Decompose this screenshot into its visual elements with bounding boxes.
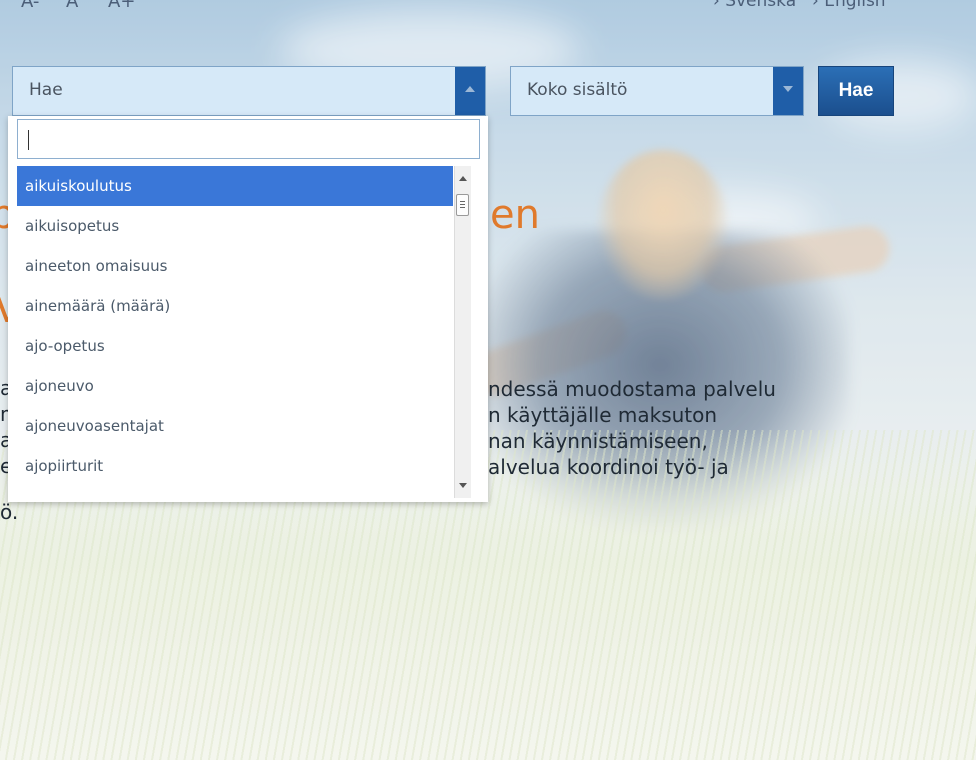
suggestion-item[interactable]: ajopiirturit bbox=[17, 446, 453, 486]
intro-paragraph: ndessä muodostama palvelu n käyttäjälle … bbox=[488, 376, 888, 480]
search-submit-button[interactable]: Hae bbox=[818, 66, 894, 116]
paragraph-line: nan käynnistämiseen, bbox=[488, 429, 708, 453]
scope-select-toggle[interactable] bbox=[773, 67, 803, 115]
suggestion-item[interactable]: ajoneuvo bbox=[17, 366, 453, 406]
search-combobox-label: Hae bbox=[29, 80, 63, 100]
font-size-increase-button[interactable]: A+ bbox=[108, 0, 135, 12]
scrollbar-thumb[interactable] bbox=[456, 194, 469, 216]
search-combobox[interactable]: Hae bbox=[12, 66, 486, 116]
font-size-decrease-button[interactable]: A- bbox=[21, 0, 39, 12]
suggestion-scrollbar[interactable] bbox=[454, 166, 471, 498]
language-link-svenska[interactable]: › Svenska bbox=[713, 0, 796, 11]
paragraph-line: ndessä muodostama palvelu bbox=[488, 377, 776, 401]
suggestion-list[interactable]: aikuiskoulutus aikuisopetus aineeton oma… bbox=[17, 166, 479, 498]
chevron-up-icon bbox=[465, 86, 475, 92]
paragraph-line: alvelua koordinoi työ- ja bbox=[488, 455, 729, 479]
scroll-up-arrow-icon[interactable] bbox=[459, 176, 467, 181]
font-size-normal-button[interactable]: A bbox=[66, 0, 78, 12]
suggestion-item[interactable]: aikuisopetus bbox=[17, 206, 453, 246]
search-suggestions-dropdown: aikuiskoulutus aikuisopetus aineeton oma… bbox=[8, 116, 488, 502]
scope-select-value: Koko sisältö bbox=[527, 80, 628, 100]
top-bar: A- A A+ › Svenska › English bbox=[0, 0, 976, 22]
paragraph-line: n käyttäjälle maksuton bbox=[488, 403, 718, 427]
search-combobox-toggle[interactable] bbox=[455, 67, 485, 115]
suggestion-item[interactable]: ajoneuvoasentajat bbox=[17, 406, 453, 446]
text-caret bbox=[28, 130, 29, 150]
scope-select[interactable]: Koko sisältö bbox=[510, 66, 804, 116]
suggestion-item[interactable]: ainemäärä (määrä) bbox=[17, 286, 453, 326]
chevron-down-icon bbox=[783, 86, 793, 92]
suggestion-item[interactable]: ajo-opetus bbox=[17, 326, 453, 366]
headline-fragment-right: en bbox=[490, 192, 540, 238]
language-link-english[interactable]: › English bbox=[812, 0, 886, 11]
suggestion-item-selected[interactable]: aikuiskoulutus bbox=[17, 166, 453, 206]
suggestion-filter-input[interactable] bbox=[17, 119, 480, 159]
paragraph-left-fragment: ö. bbox=[0, 500, 19, 524]
suggestion-item[interactable]: aineeton omaisuus bbox=[17, 246, 453, 286]
scroll-down-arrow-icon[interactable] bbox=[459, 483, 467, 488]
